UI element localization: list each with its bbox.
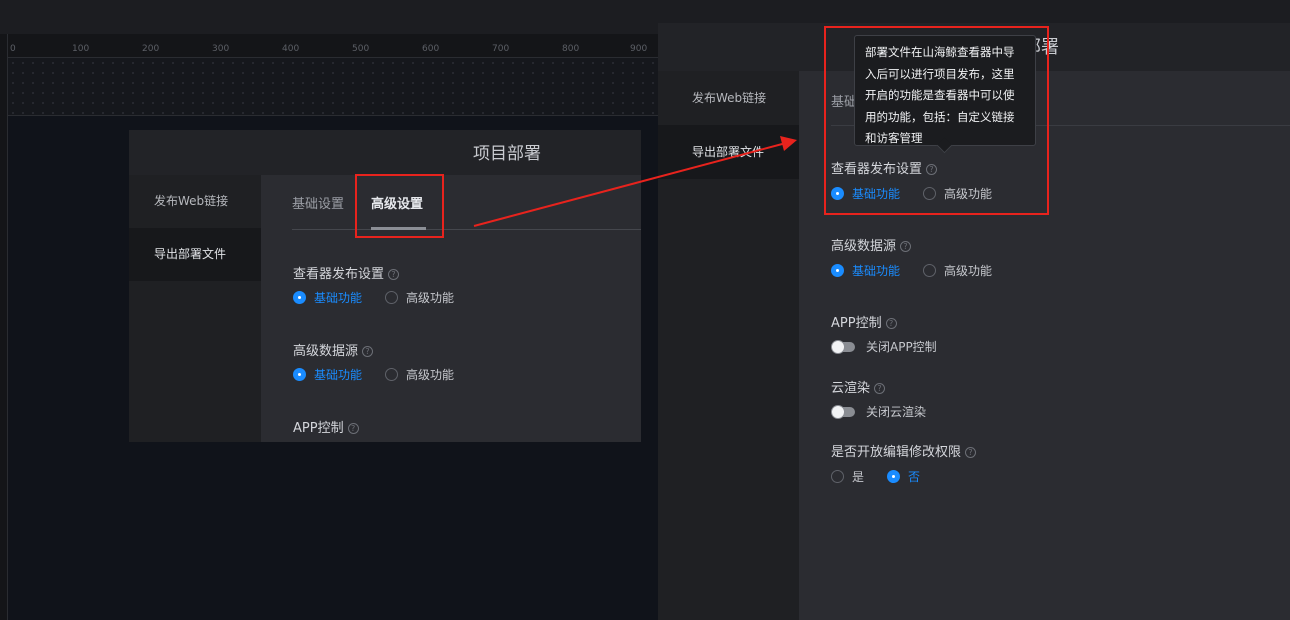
ruler-tick: 200 — [142, 44, 160, 54]
radio-label: 基础功能 — [314, 291, 363, 305]
ruler-tick: 0 — [10, 44, 16, 54]
radio-label: 高级功能 — [406, 291, 455, 305]
section-advanced-datasource: 高级数据源? — [293, 340, 374, 359]
modal-sidebar: 发布Web链接 导出部署文件 — [129, 175, 261, 442]
help-icon[interactable]: ? — [388, 269, 400, 280]
annotation-box-advanced-tab — [355, 174, 444, 238]
toggle-label: 关闭APP控制 — [866, 340, 937, 354]
ruler-tick: 500 — [352, 44, 370, 54]
modal-title: 项目部署 — [473, 144, 541, 164]
app-control-switch[interactable] — [831, 339, 855, 354]
sidebar-item-export-deploy[interactable]: 导出部署文件 — [658, 125, 799, 179]
radio-option-advanced[interactable]: 高级功能 — [923, 262, 992, 279]
radio-unchecked-icon — [385, 368, 399, 381]
radio-option-yes[interactable]: 是 — [831, 468, 864, 485]
radio-checked-icon — [887, 470, 901, 483]
help-icon[interactable]: ? — [347, 423, 359, 434]
sidebar-item-export-deploy[interactable]: 导出部署文件 — [129, 228, 261, 281]
toggle-label: 关闭云渲染 — [866, 405, 927, 419]
radio-unchecked-icon — [385, 291, 399, 304]
radio-unchecked-icon — [923, 264, 937, 277]
sidebar-item-publish-web[interactable]: 发布Web链接 — [129, 175, 261, 228]
canvas-grid — [8, 58, 658, 116]
section-viewer-publish: 查看器发布设置? — [293, 263, 400, 282]
radio-group-edit-permission: 是 否 — [831, 468, 943, 485]
radio-label: 是 — [852, 470, 865, 484]
ruler-tick: 900 — [630, 44, 648, 54]
radio-label: 基础功能 — [852, 264, 901, 278]
radio-group-advanced-datasource: 基础功能 高级功能 — [831, 262, 1015, 279]
help-icon[interactable]: ? — [900, 241, 912, 252]
radio-group-viewer-publish: 基础功能 高级功能 — [293, 289, 477, 306]
radio-option-basic[interactable]: 基础功能 — [293, 366, 362, 383]
radio-label: 高级功能 — [944, 264, 993, 278]
radio-option-advanced[interactable]: 高级功能 — [385, 289, 454, 306]
help-icon[interactable]: ? — [362, 346, 374, 357]
app-control-toggle-row: 关闭APP控制 — [831, 338, 937, 355]
cloud-render-switch[interactable] — [831, 404, 855, 419]
section-label-text: 高级数据源 — [293, 344, 359, 359]
editor-stage: 0 100 200 300 400 500 600 700 800 900 项目… — [0, 0, 1290, 620]
sidebar-item-publish-web[interactable]: 发布Web链接 — [658, 71, 799, 125]
ruler-tick: 700 — [492, 44, 510, 54]
modal-header: 项目部署 — [129, 130, 641, 175]
ruler-tick: 400 — [282, 44, 300, 54]
radio-checked-icon — [831, 264, 844, 277]
horizontal-ruler: 0 100 200 300 400 500 600 700 800 900 — [8, 34, 658, 58]
radio-option-basic[interactable]: 基础功能 — [293, 289, 362, 306]
radio-checked-icon — [293, 291, 306, 304]
section-cloud-render: 云渲染? — [831, 377, 886, 396]
radio-option-advanced[interactable]: 高级功能 — [385, 366, 454, 383]
radio-option-basic[interactable]: 基础功能 — [831, 262, 900, 279]
annotation-box-viewer-settings — [824, 26, 1049, 215]
ruler-tick: 600 — [422, 44, 440, 54]
radio-option-no[interactable]: 否 — [887, 468, 920, 485]
modal-content: 基础设置 高级设置 查看器发布设置? 基础功能 高级功能 高级数据源? 基础功能… — [261, 175, 641, 442]
radio-group-advanced-datasource: 基础功能 高级功能 — [293, 366, 477, 383]
section-edit-permission: 是否开放编辑修改权限? — [831, 441, 977, 460]
section-label-text: APP控制 — [293, 421, 344, 436]
section-label-text: 云渲染 — [831, 381, 871, 396]
section-advanced-datasource: 高级数据源? — [831, 235, 912, 254]
ruler-tick: 100 — [72, 44, 90, 54]
section-label-text: 查看器发布设置 — [293, 267, 385, 282]
modal-sidebar: 发布Web链接 导出部署文件 — [658, 71, 799, 620]
help-icon[interactable]: ? — [965, 447, 977, 458]
radio-unchecked-icon — [831, 470, 844, 483]
ruler-tick: 300 — [212, 44, 230, 54]
help-icon[interactable]: ? — [885, 318, 897, 329]
cloud-render-toggle-row: 关闭云渲染 — [831, 403, 927, 420]
vertical-ruler — [0, 34, 8, 620]
tab-basic-settings[interactable]: 基础设置 — [292, 193, 344, 212]
section-app-control: APP控制? — [831, 312, 897, 331]
radio-label: 否 — [908, 470, 921, 484]
tab-bar: 基础设置 高级设置 — [292, 175, 641, 230]
section-label-text: 高级数据源 — [831, 239, 897, 254]
radio-label: 基础功能 — [314, 368, 363, 382]
radio-checked-icon — [293, 368, 306, 381]
ruler-tick: 800 — [562, 44, 580, 54]
section-label-text: 是否开放编辑修改权限 — [831, 445, 962, 460]
section-app-control: APP控制? — [293, 417, 359, 436]
help-icon[interactable]: ? — [874, 383, 886, 394]
section-label-text: APP控制 — [831, 316, 882, 331]
radio-label: 高级功能 — [406, 368, 455, 382]
